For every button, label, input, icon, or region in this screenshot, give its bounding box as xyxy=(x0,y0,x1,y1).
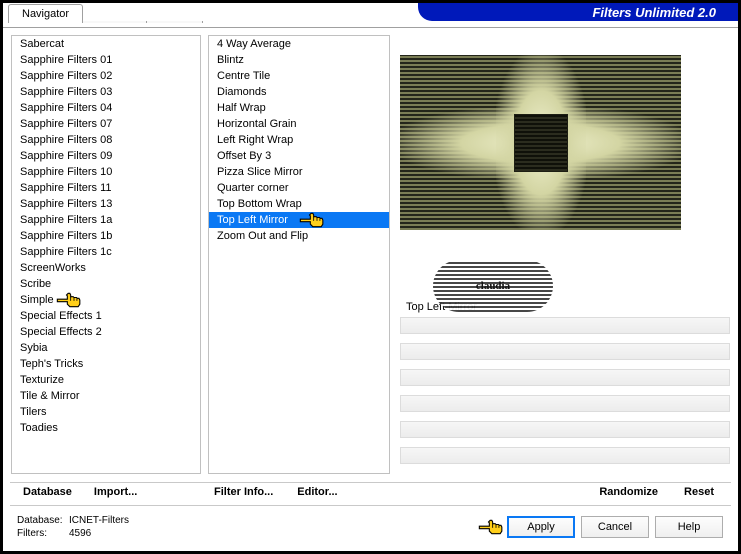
param-slot xyxy=(400,369,730,386)
list-item[interactable]: Toadies xyxy=(12,420,200,436)
list-item[interactable]: Sybia xyxy=(12,340,200,356)
param-slot xyxy=(400,447,730,464)
titlebar: Filters Unlimited 2.0 xyxy=(3,3,738,21)
list-item[interactable]: Sapphire Filters 03 xyxy=(12,84,200,100)
preview-image xyxy=(400,55,681,230)
list-item[interactable]: Sapphire Filters 08 xyxy=(12,132,200,148)
list-item[interactable]: Special Effects 2 xyxy=(12,324,200,340)
list-item[interactable]: Top Bottom Wrap xyxy=(209,196,389,212)
list-item[interactable]: Sapphire Filters 1c xyxy=(12,244,200,260)
list-item[interactable]: Tile & Mirror xyxy=(12,388,200,404)
list-item[interactable]: Teph's Tricks xyxy=(12,356,200,372)
list-item[interactable]: Half Wrap xyxy=(209,100,389,116)
list-item[interactable]: Sabercat xyxy=(12,36,200,52)
reset-button[interactable]: Reset xyxy=(682,483,716,501)
list-item[interactable]: Texturize xyxy=(12,372,200,388)
list-item[interactable]: Sapphire Filters 02 xyxy=(12,68,200,84)
list-item[interactable]: Scribe xyxy=(12,276,200,292)
list-item[interactable]: Sapphire Filters 11 xyxy=(12,180,200,196)
list-item[interactable]: Pizza Slice Mirror xyxy=(209,164,389,180)
help-button[interactable]: Help xyxy=(655,516,723,538)
list-item[interactable]: ScreenWorks xyxy=(12,260,200,276)
list-item[interactable]: Quarter corner xyxy=(209,180,389,196)
list-item[interactable]: Sapphire Filters 04 xyxy=(12,100,200,116)
list-item[interactable]: Simple xyxy=(12,292,200,308)
list-item[interactable]: Centre Tile xyxy=(209,68,389,84)
list-item[interactable]: Sapphire Filters 07 xyxy=(12,116,200,132)
watermark-badge: claudia xyxy=(433,260,553,312)
list-item[interactable]: Top Left Mirror xyxy=(209,212,389,228)
list-item[interactable]: Sapphire Filters 09 xyxy=(12,148,200,164)
list-item[interactable]: Left Right Wrap xyxy=(209,132,389,148)
filter-info-button[interactable]: Filter Info... xyxy=(212,483,275,501)
list-item[interactable]: Special Effects 1 xyxy=(12,308,200,324)
status-info: Database:ICNET-Filters Filters:4596 xyxy=(17,514,129,540)
list-item[interactable]: Sapphire Filters 13 xyxy=(12,196,200,212)
list-item[interactable]: Horizontal Grain xyxy=(209,116,389,132)
list-item[interactable]: Sapphire Filters 01 xyxy=(12,52,200,68)
list-item[interactable]: Sapphire Filters 1b xyxy=(12,228,200,244)
cancel-button[interactable]: Cancel xyxy=(581,516,649,538)
param-slot xyxy=(400,421,730,438)
list-item[interactable]: Sapphire Filters 10 xyxy=(12,164,200,180)
param-slot xyxy=(400,395,730,412)
param-slot xyxy=(400,343,730,360)
list-item[interactable]: Zoom Out and Flip xyxy=(209,228,389,244)
tab-navigator[interactable]: Navigator xyxy=(8,4,83,23)
randomize-button[interactable]: Randomize xyxy=(597,483,660,501)
param-slot xyxy=(400,317,730,334)
import-button[interactable]: Import... xyxy=(92,483,139,501)
app-title: Filters Unlimited 2.0 xyxy=(592,5,716,20)
list-item[interactable]: Blintz xyxy=(209,52,389,68)
apply-button[interactable]: Apply xyxy=(507,516,575,538)
list-item[interactable]: Tilers xyxy=(12,404,200,420)
list-item[interactable]: Sapphire Filters 1a xyxy=(12,212,200,228)
database-button[interactable]: Database xyxy=(21,483,74,501)
editor-button[interactable]: Editor... xyxy=(295,483,339,501)
list-item[interactable]: 4 Way Average xyxy=(209,36,389,52)
pointer-hand-icon xyxy=(477,517,505,537)
list-item[interactable]: Offset By 3 xyxy=(209,148,389,164)
filter-list[interactable]: 4 Way AverageBlintzCentre TileDiamondsHa… xyxy=(208,35,390,474)
category-list[interactable]: SabercatSapphire Filters 01Sapphire Filt… xyxy=(11,35,201,474)
list-item[interactable]: Diamonds xyxy=(209,84,389,100)
